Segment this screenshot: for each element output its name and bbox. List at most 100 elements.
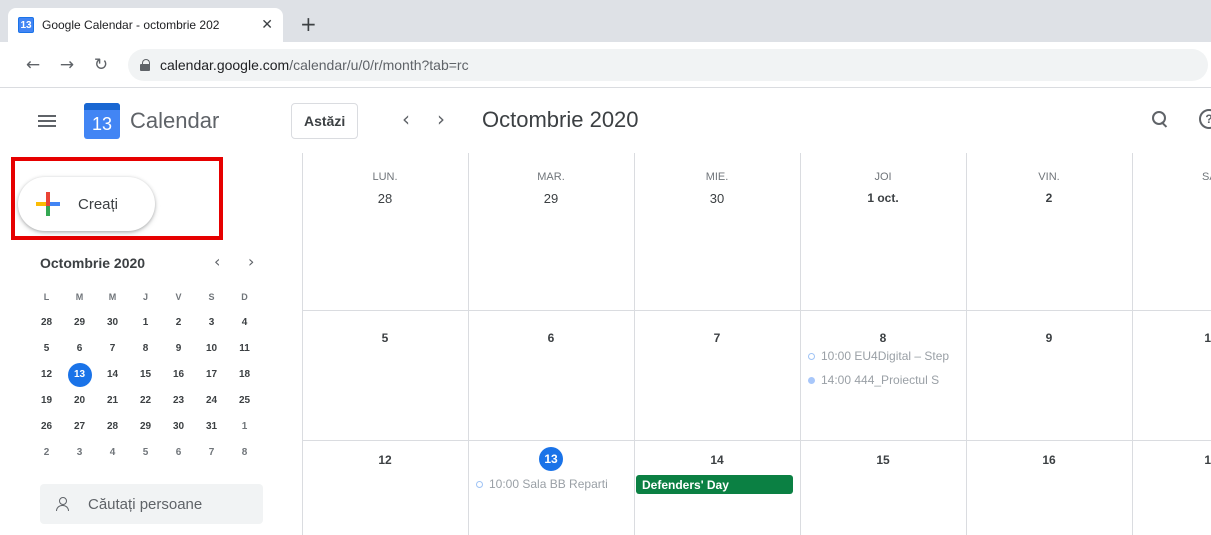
mini-day[interactable]: 26: [30, 415, 63, 439]
mini-day[interactable]: 31: [195, 415, 228, 439]
mini-day[interactable]: 7: [195, 441, 228, 465]
event-chip[interactable]: 14:00 444_Proiectul S: [808, 373, 958, 387]
mini-day[interactable]: 2: [162, 311, 195, 335]
day-number[interactable]: 7: [634, 331, 800, 345]
mini-calendar: Octombrie 2020 ‹ › L M M J V S D 28 29 3…: [40, 252, 270, 458]
mini-day[interactable]: 6: [63, 337, 96, 361]
mini-weekday: S: [208, 292, 215, 302]
day-number[interactable]: 9: [966, 331, 1132, 345]
mini-day[interactable]: 2: [30, 441, 63, 465]
day-number[interactable]: 16: [966, 453, 1132, 467]
mini-day[interactable]: 11: [228, 337, 261, 361]
weekday-header: MAR.: [537, 171, 565, 183]
mini-day[interactable]: 5: [30, 337, 63, 361]
all-day-event[interactable]: Defenders' Day: [636, 475, 793, 494]
mini-day[interactable]: 20: [63, 389, 96, 413]
day-number[interactable]: 28: [302, 191, 468, 206]
back-arrow-icon[interactable]: ←: [20, 55, 46, 75]
mini-day[interactable]: 19: [30, 389, 63, 413]
day-number[interactable]: 2: [966, 191, 1132, 205]
mini-day[interactable]: 21: [96, 389, 129, 413]
mini-day[interactable]: 17: [195, 363, 228, 387]
mini-weekday: D: [241, 292, 248, 302]
mini-day-today[interactable]: 13: [63, 363, 96, 387]
day-number[interactable]: 6: [468, 331, 634, 345]
mini-day[interactable]: 24: [195, 389, 228, 413]
mini-day[interactable]: 28: [96, 415, 129, 439]
day-number[interactable]: 1: [1132, 453, 1211, 467]
mini-day[interactable]: 3: [63, 441, 96, 465]
mini-week-row: 19 20 21 22 23 24 25: [30, 388, 261, 414]
mini-day[interactable]: 29: [129, 415, 162, 439]
mini-day[interactable]: 30: [162, 415, 195, 439]
day-number[interactable]: 1: [1132, 331, 1211, 345]
main-menu-icon[interactable]: [38, 115, 56, 127]
weekday-header: LUN.: [372, 171, 398, 183]
mini-day[interactable]: 9: [162, 337, 195, 361]
search-icon[interactable]: [1152, 111, 1168, 127]
mini-week-row: 28 29 30 1 2 3 4: [30, 310, 261, 336]
url-text: calendar.google.com/calendar/u/0/r/month…: [160, 56, 469, 73]
day-number[interactable]: 12: [302, 453, 468, 467]
mini-day[interactable]: 4: [96, 441, 129, 465]
day-number[interactable]: 8: [800, 331, 966, 345]
event-chip[interactable]: 10:00 Sala BB Reparti: [476, 477, 632, 491]
weekday-header: VIN.: [1038, 171, 1060, 183]
mini-day[interactable]: 28: [30, 311, 63, 335]
prev-month-icon[interactable]: ‹: [402, 109, 410, 129]
search-people-input[interactable]: Căutați persoane: [40, 484, 263, 524]
mini-day[interactable]: 7: [96, 337, 129, 361]
help-icon[interactable]: ?: [1199, 109, 1211, 129]
day-number[interactable]: 15: [800, 453, 966, 467]
reload-icon[interactable]: ↻: [88, 55, 114, 75]
tab-title: Google Calendar - octombrie 202: [42, 18, 220, 32]
mini-next-icon[interactable]: ›: [248, 252, 254, 271]
mini-day[interactable]: 16: [162, 363, 195, 387]
mini-day[interactable]: 8: [129, 337, 162, 361]
next-month-icon[interactable]: ›: [437, 109, 445, 129]
create-button-label: Creați: [78, 195, 119, 213]
mini-day[interactable]: 27: [63, 415, 96, 439]
mini-day[interactable]: 14: [96, 363, 129, 387]
event-dot-icon: [476, 480, 483, 488]
mini-day[interactable]: 1: [129, 311, 162, 335]
mini-prev-icon[interactable]: ‹: [214, 252, 220, 271]
day-number[interactable]: 29: [468, 191, 634, 206]
mini-day[interactable]: 15: [129, 363, 162, 387]
day-number[interactable]: 14: [634, 453, 800, 467]
mini-weekday-row: L M M J V S D: [30, 284, 261, 310]
mini-day[interactable]: 12: [30, 363, 63, 387]
mini-calendar-title: Octombrie 2020: [40, 255, 146, 271]
mini-day[interactable]: 23: [162, 389, 195, 413]
day-number[interactable]: 30: [634, 191, 800, 206]
address-bar[interactable]: calendar.google.com/calendar/u/0/r/month…: [128, 48, 1208, 81]
day-number[interactable]: 5: [302, 331, 468, 345]
mini-week-row: 12 13 14 15 16 17 18: [30, 362, 261, 388]
tab-close-icon[interactable]: ✕: [261, 17, 273, 33]
event-chip[interactable]: 10:00 EU4Digital – Step: [808, 349, 958, 363]
mini-day[interactable]: 29: [63, 311, 96, 335]
create-button[interactable]: Creați: [18, 177, 155, 231]
mini-day[interactable]: 5: [129, 441, 162, 465]
mini-day[interactable]: 30: [96, 311, 129, 335]
mini-day[interactable]: 3: [195, 311, 228, 335]
forward-arrow-icon[interactable]: →: [54, 55, 80, 75]
mini-day[interactable]: 18: [228, 363, 261, 387]
weekday-header: MIE.: [705, 171, 729, 183]
mini-day[interactable]: 8: [228, 441, 261, 465]
day-number-today[interactable]: 13: [468, 447, 634, 471]
month-grid: LUN. MAR. MIE. JOI VIN. SÂ 28 29 30 1 oc…: [302, 153, 1211, 535]
mini-day[interactable]: 1: [228, 415, 261, 439]
today-button[interactable]: Astăzi: [291, 103, 359, 139]
new-tab-icon[interactable]: +: [300, 14, 317, 34]
mini-day[interactable]: 4: [228, 311, 261, 335]
day-number[interactable]: 1 oct.: [800, 191, 966, 205]
mini-day[interactable]: 6: [162, 441, 195, 465]
mini-week-row: 2 3 4 5 6 7 8: [30, 440, 261, 466]
mini-day[interactable]: 10: [195, 337, 228, 361]
browser-toolbar: ← → ↻ calendar.google.com/calendar/u/0/r…: [0, 42, 1211, 88]
browser-tab[interactable]: 13 Google Calendar - octombrie 202 ✕: [8, 8, 283, 42]
mini-day[interactable]: 22: [129, 389, 162, 413]
mini-day[interactable]: 25: [228, 389, 261, 413]
mini-weekday: L: [43, 292, 50, 302]
